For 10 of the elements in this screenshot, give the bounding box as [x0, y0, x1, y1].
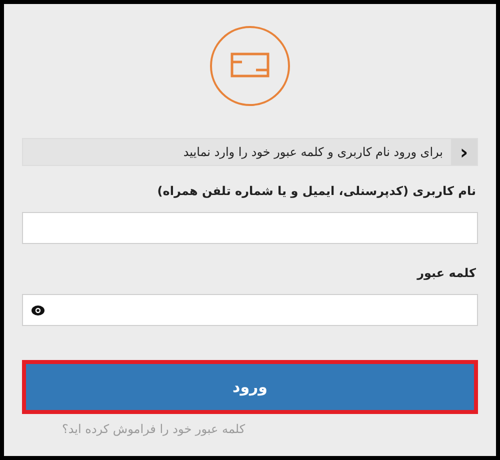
eye-icon[interactable] [31, 304, 45, 316]
chevron-icon: ‹ [451, 139, 477, 165]
logo-icon [208, 24, 292, 108]
password-field[interactable] [22, 294, 478, 326]
field-label: کلمه عبور [416, 265, 477, 282]
notice-text: برای ورود نام کاربری و کلمه عبور خود را وارد نمایید [182, 144, 444, 161]
login-button[interactable]: ورود [22, 360, 478, 414]
forgot-password-link[interactable]: کلمه عبور خود را فراموش کرده اید؟ [62, 420, 246, 438]
field-label: نام کاربری (کدپرسنلی، ایمیل و یا شماره تلفن همراه) [156, 183, 477, 200]
username-field[interactable] [22, 212, 478, 244]
